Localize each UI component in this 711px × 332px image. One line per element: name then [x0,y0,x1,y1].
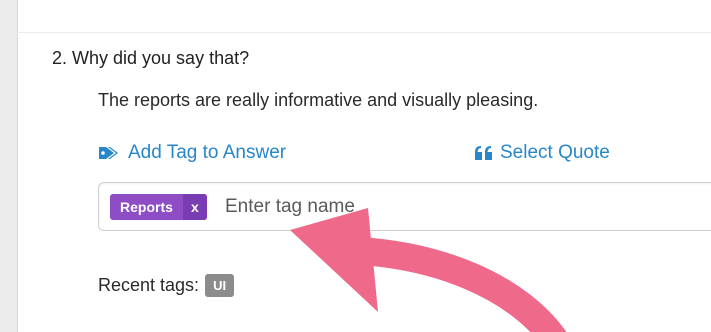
remove-tag-button[interactable]: x [182,194,207,220]
quote-left-icon [474,145,494,161]
card-divider [17,32,711,33]
add-tag-button[interactable]: Add Tag to Answer [98,142,286,164]
tag-chip-label: Reports [120,199,173,215]
question-title: 2. Why did you say that? [52,48,250,68]
answer-text: The reports are really informative and v… [98,90,539,110]
tag-name-input[interactable] [225,193,705,221]
tag-chip-reports: Reports x [110,194,207,220]
select-quote-label: Select Quote [500,142,610,163]
add-tag-label: Add Tag to Answer [128,142,287,163]
select-quote-button[interactable]: Select Quote [474,142,610,164]
recent-tags-label: Recent tags: [98,275,200,295]
tags-icon [98,145,122,161]
tag-input-box[interactable]: Reports x [98,182,711,231]
recent-tag-ui[interactable]: UI [205,274,235,297]
recent-tags: Recent tags: UI [98,274,235,297]
